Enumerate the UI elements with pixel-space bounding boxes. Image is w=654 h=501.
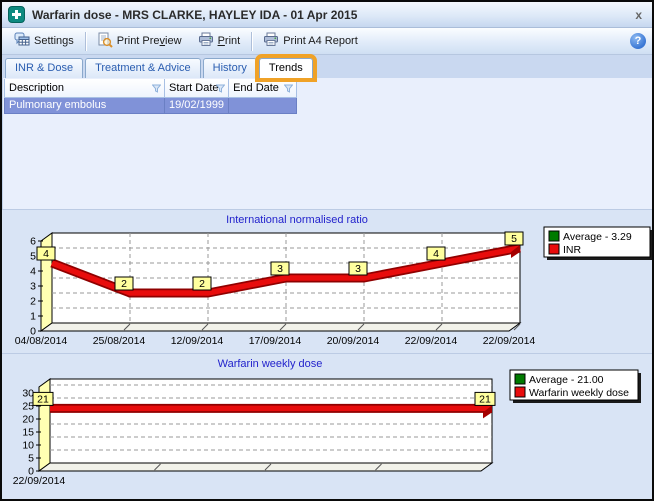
svg-text:21: 21	[37, 393, 49, 405]
print-icon	[263, 32, 279, 50]
svg-text:25: 25	[22, 401, 34, 413]
svg-text:3: 3	[355, 263, 361, 275]
settings-button[interactable]: Settings	[6, 28, 82, 54]
cell-description: Pulmonary embolus	[5, 97, 165, 113]
column-label: End Date	[233, 82, 279, 94]
svg-text:3: 3	[30, 281, 36, 293]
svg-text:20: 20	[22, 414, 34, 426]
column-header-description[interactable]: Description	[5, 79, 165, 97]
print-button[interactable]: Print	[190, 28, 249, 54]
svg-text:17/09/2014: 17/09/2014	[249, 335, 302, 347]
toolbar-separator	[251, 32, 252, 51]
tab-history[interactable]: History	[203, 58, 257, 78]
print-preview-button[interactable]: Print Preview	[89, 28, 190, 55]
settings-label: Settings	[34, 35, 74, 47]
svg-text:2: 2	[199, 278, 205, 290]
svg-text:Warfarin weekly dose: Warfarin weekly dose	[218, 358, 323, 370]
svg-text:21: 21	[479, 393, 491, 405]
svg-text:12/09/2014: 12/09/2014	[171, 335, 224, 347]
svg-text:5: 5	[511, 233, 517, 245]
svg-text:4: 4	[43, 248, 49, 260]
filter-funnel-icon[interactable]	[152, 84, 161, 96]
print-a4-report-label: Print A4 Report	[283, 35, 358, 47]
warfarin-weekly-dose-chart: Warfarin weekly dose05101520253022/09/20…	[2, 354, 654, 499]
svg-text:6: 6	[30, 236, 36, 248]
app-medical-cross-icon	[8, 6, 25, 23]
svg-text:1: 1	[30, 311, 36, 323]
svg-text:2: 2	[30, 296, 36, 308]
filter-funnel-icon[interactable]	[216, 84, 225, 96]
svg-text:International normalised ratio: International normalised ratio	[226, 214, 368, 226]
svg-text:INR: INR	[563, 244, 582, 256]
svg-text:5: 5	[30, 251, 36, 263]
table-row[interactable]: Pulmonary embolus19/02/1999	[5, 97, 297, 113]
svg-text:22/09/2014: 22/09/2014	[483, 335, 536, 347]
column-label: Description	[9, 82, 64, 94]
svg-text:4: 4	[30, 266, 36, 278]
print-preview-icon	[97, 32, 113, 51]
inr-chart-panel: International normalised ratio012345604/…	[2, 209, 652, 353]
svg-text:Warfarin weekly dose: Warfarin weekly dose	[529, 387, 629, 399]
svg-text:4: 4	[433, 248, 439, 260]
close-icon[interactable]: x	[631, 8, 646, 22]
toolbar: Settings Print Preview Print Print A4 Repor…	[2, 28, 652, 55]
column-header-end-date[interactable]: End Date	[229, 79, 297, 97]
svg-text:22/09/2014: 22/09/2014	[405, 335, 458, 347]
help-icon[interactable]: ?	[630, 33, 646, 49]
svg-text:30: 30	[22, 388, 34, 400]
title-bar: Warfarin dose - MRS CLARKE, HAYLEY IDA -…	[2, 2, 652, 28]
svg-text:2: 2	[121, 278, 127, 290]
print-a4-report-button[interactable]: Print A4 Report	[255, 28, 366, 54]
toolbar-separator	[85, 32, 86, 51]
tab-inr-dose[interactable]: INR & Dose	[5, 58, 83, 78]
settings-icon	[14, 32, 30, 50]
tab-treatment-advice[interactable]: Treatment & Advice	[85, 58, 201, 78]
svg-text:10: 10	[22, 440, 34, 452]
svg-text:5: 5	[28, 453, 34, 465]
svg-text:20/09/2014: 20/09/2014	[327, 335, 380, 347]
column-header-start-date[interactable]: Start Date	[165, 79, 229, 97]
tab-strip: INR & DoseTreatment & AdviceHistoryTrend…	[2, 55, 652, 78]
warfarin-dose-chart-panel: Warfarin weekly dose05101520253022/09/20…	[2, 353, 652, 499]
print-label: Print	[218, 35, 241, 47]
svg-text:22/09/2014: 22/09/2014	[13, 475, 66, 487]
svg-text:Average - 21.00: Average - 21.00	[529, 374, 604, 386]
warfarin-dose-window: Warfarin dose - MRS CLARKE, HAYLEY IDA -…	[0, 0, 654, 501]
cell-end-date	[229, 97, 297, 113]
svg-text:15: 15	[22, 427, 34, 439]
filter-funnel-icon[interactable]	[284, 84, 293, 96]
svg-text:25/08/2014: 25/08/2014	[93, 335, 146, 347]
window-title: Warfarin dose - MRS CLARKE, HAYLEY IDA -…	[32, 8, 631, 22]
table-header-row: Description Start Date End Date	[5, 79, 297, 97]
svg-text:3: 3	[277, 263, 283, 275]
inr-trend-chart: International normalised ratio012345604/…	[2, 210, 654, 353]
print-icon	[198, 32, 214, 50]
problems-table: Description Start Date End Date Pulmonary …	[4, 79, 297, 114]
column-label: Start Date	[169, 82, 219, 94]
cell-start-date: 19/02/1999	[165, 97, 229, 113]
svg-text:Average - 3.29: Average - 3.29	[563, 231, 632, 243]
problems-list-panel: Description Start Date End Date Pulmonary …	[2, 78, 652, 209]
svg-text:04/08/2014: 04/08/2014	[15, 335, 68, 347]
print-preview-label: Print Preview	[117, 35, 182, 47]
tab-trends[interactable]: Trends	[259, 58, 313, 78]
